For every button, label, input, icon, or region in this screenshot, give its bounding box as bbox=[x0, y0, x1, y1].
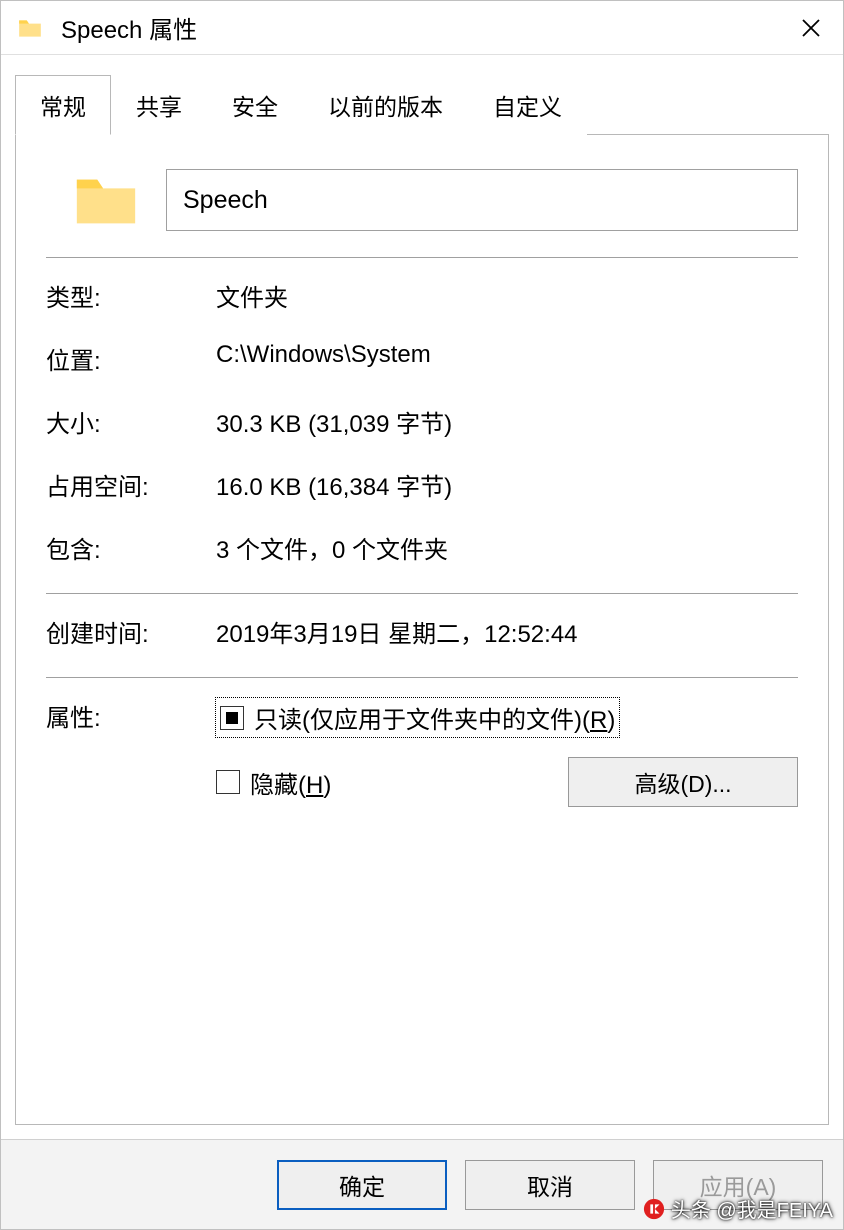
properties-dialog: Speech 属性 常规 共享 安全 以前的版本 自定义 类型: 文件夹 bbox=[0, 0, 844, 1230]
dialog-body: 常规 共享 安全 以前的版本 自定义 类型: 文件夹 位置: C:\Window… bbox=[1, 55, 843, 1139]
tab-sharing[interactable]: 共享 bbox=[111, 75, 207, 135]
folder-large-icon bbox=[46, 165, 166, 235]
tab-customize[interactable]: 自定义 bbox=[468, 75, 587, 135]
ok-button[interactable]: 确定 bbox=[277, 1160, 447, 1210]
readonly-checkbox-row[interactable]: 只读(仅应用于文件夹中的文件)(R) bbox=[216, 698, 619, 737]
hidden-checkbox-row[interactable]: 隐藏(H) bbox=[216, 765, 331, 800]
created-label: 创建时间: bbox=[46, 614, 216, 649]
size-on-disk-label: 占用空间: bbox=[46, 467, 216, 502]
tab-security[interactable]: 安全 bbox=[207, 75, 303, 135]
size-label: 大小: bbox=[46, 404, 216, 439]
titlebar: Speech 属性 bbox=[1, 1, 843, 55]
hidden-label: 隐藏(H) bbox=[250, 765, 331, 800]
type-value: 文件夹 bbox=[216, 278, 798, 313]
hidden-checkbox[interactable] bbox=[216, 770, 240, 794]
location-label: 位置: bbox=[46, 341, 216, 376]
tab-previous-versions[interactable]: 以前的版本 bbox=[303, 75, 468, 135]
folder-icon bbox=[17, 15, 43, 41]
advanced-button[interactable]: 高级(D)... bbox=[568, 757, 798, 807]
tab-general[interactable]: 常规 bbox=[15, 75, 111, 135]
tab-panel-general: 类型: 文件夹 位置: C:\Windows\System 大小: 30.3 K… bbox=[15, 134, 829, 1125]
contains-value: 3 个文件，0 个文件夹 bbox=[216, 530, 798, 565]
watermark: 头条 @我是FEIYA bbox=[643, 1194, 833, 1223]
separator bbox=[46, 677, 798, 678]
location-value: C:\Windows\System bbox=[216, 341, 798, 376]
close-icon[interactable] bbox=[787, 4, 835, 52]
readonly-checkbox[interactable] bbox=[220, 706, 244, 730]
folder-name-input[interactable] bbox=[166, 169, 798, 231]
size-on-disk-value: 16.0 KB (16,384 字节) bbox=[216, 467, 798, 502]
contains-label: 包含: bbox=[46, 530, 216, 565]
tab-strip: 常规 共享 安全 以前的版本 自定义 bbox=[15, 75, 829, 135]
created-value: 2019年3月19日 星期二，12:52:44 bbox=[216, 614, 798, 649]
readonly-label: 只读(仅应用于文件夹中的文件)(R) bbox=[254, 700, 615, 735]
window-title: Speech 属性 bbox=[61, 10, 787, 45]
separator bbox=[46, 257, 798, 258]
attributes-label: 属性: bbox=[46, 698, 216, 807]
cancel-button[interactable]: 取消 bbox=[465, 1160, 635, 1210]
size-value: 30.3 KB (31,039 字节) bbox=[216, 404, 798, 439]
type-label: 类型: bbox=[46, 278, 216, 313]
separator bbox=[46, 593, 798, 594]
